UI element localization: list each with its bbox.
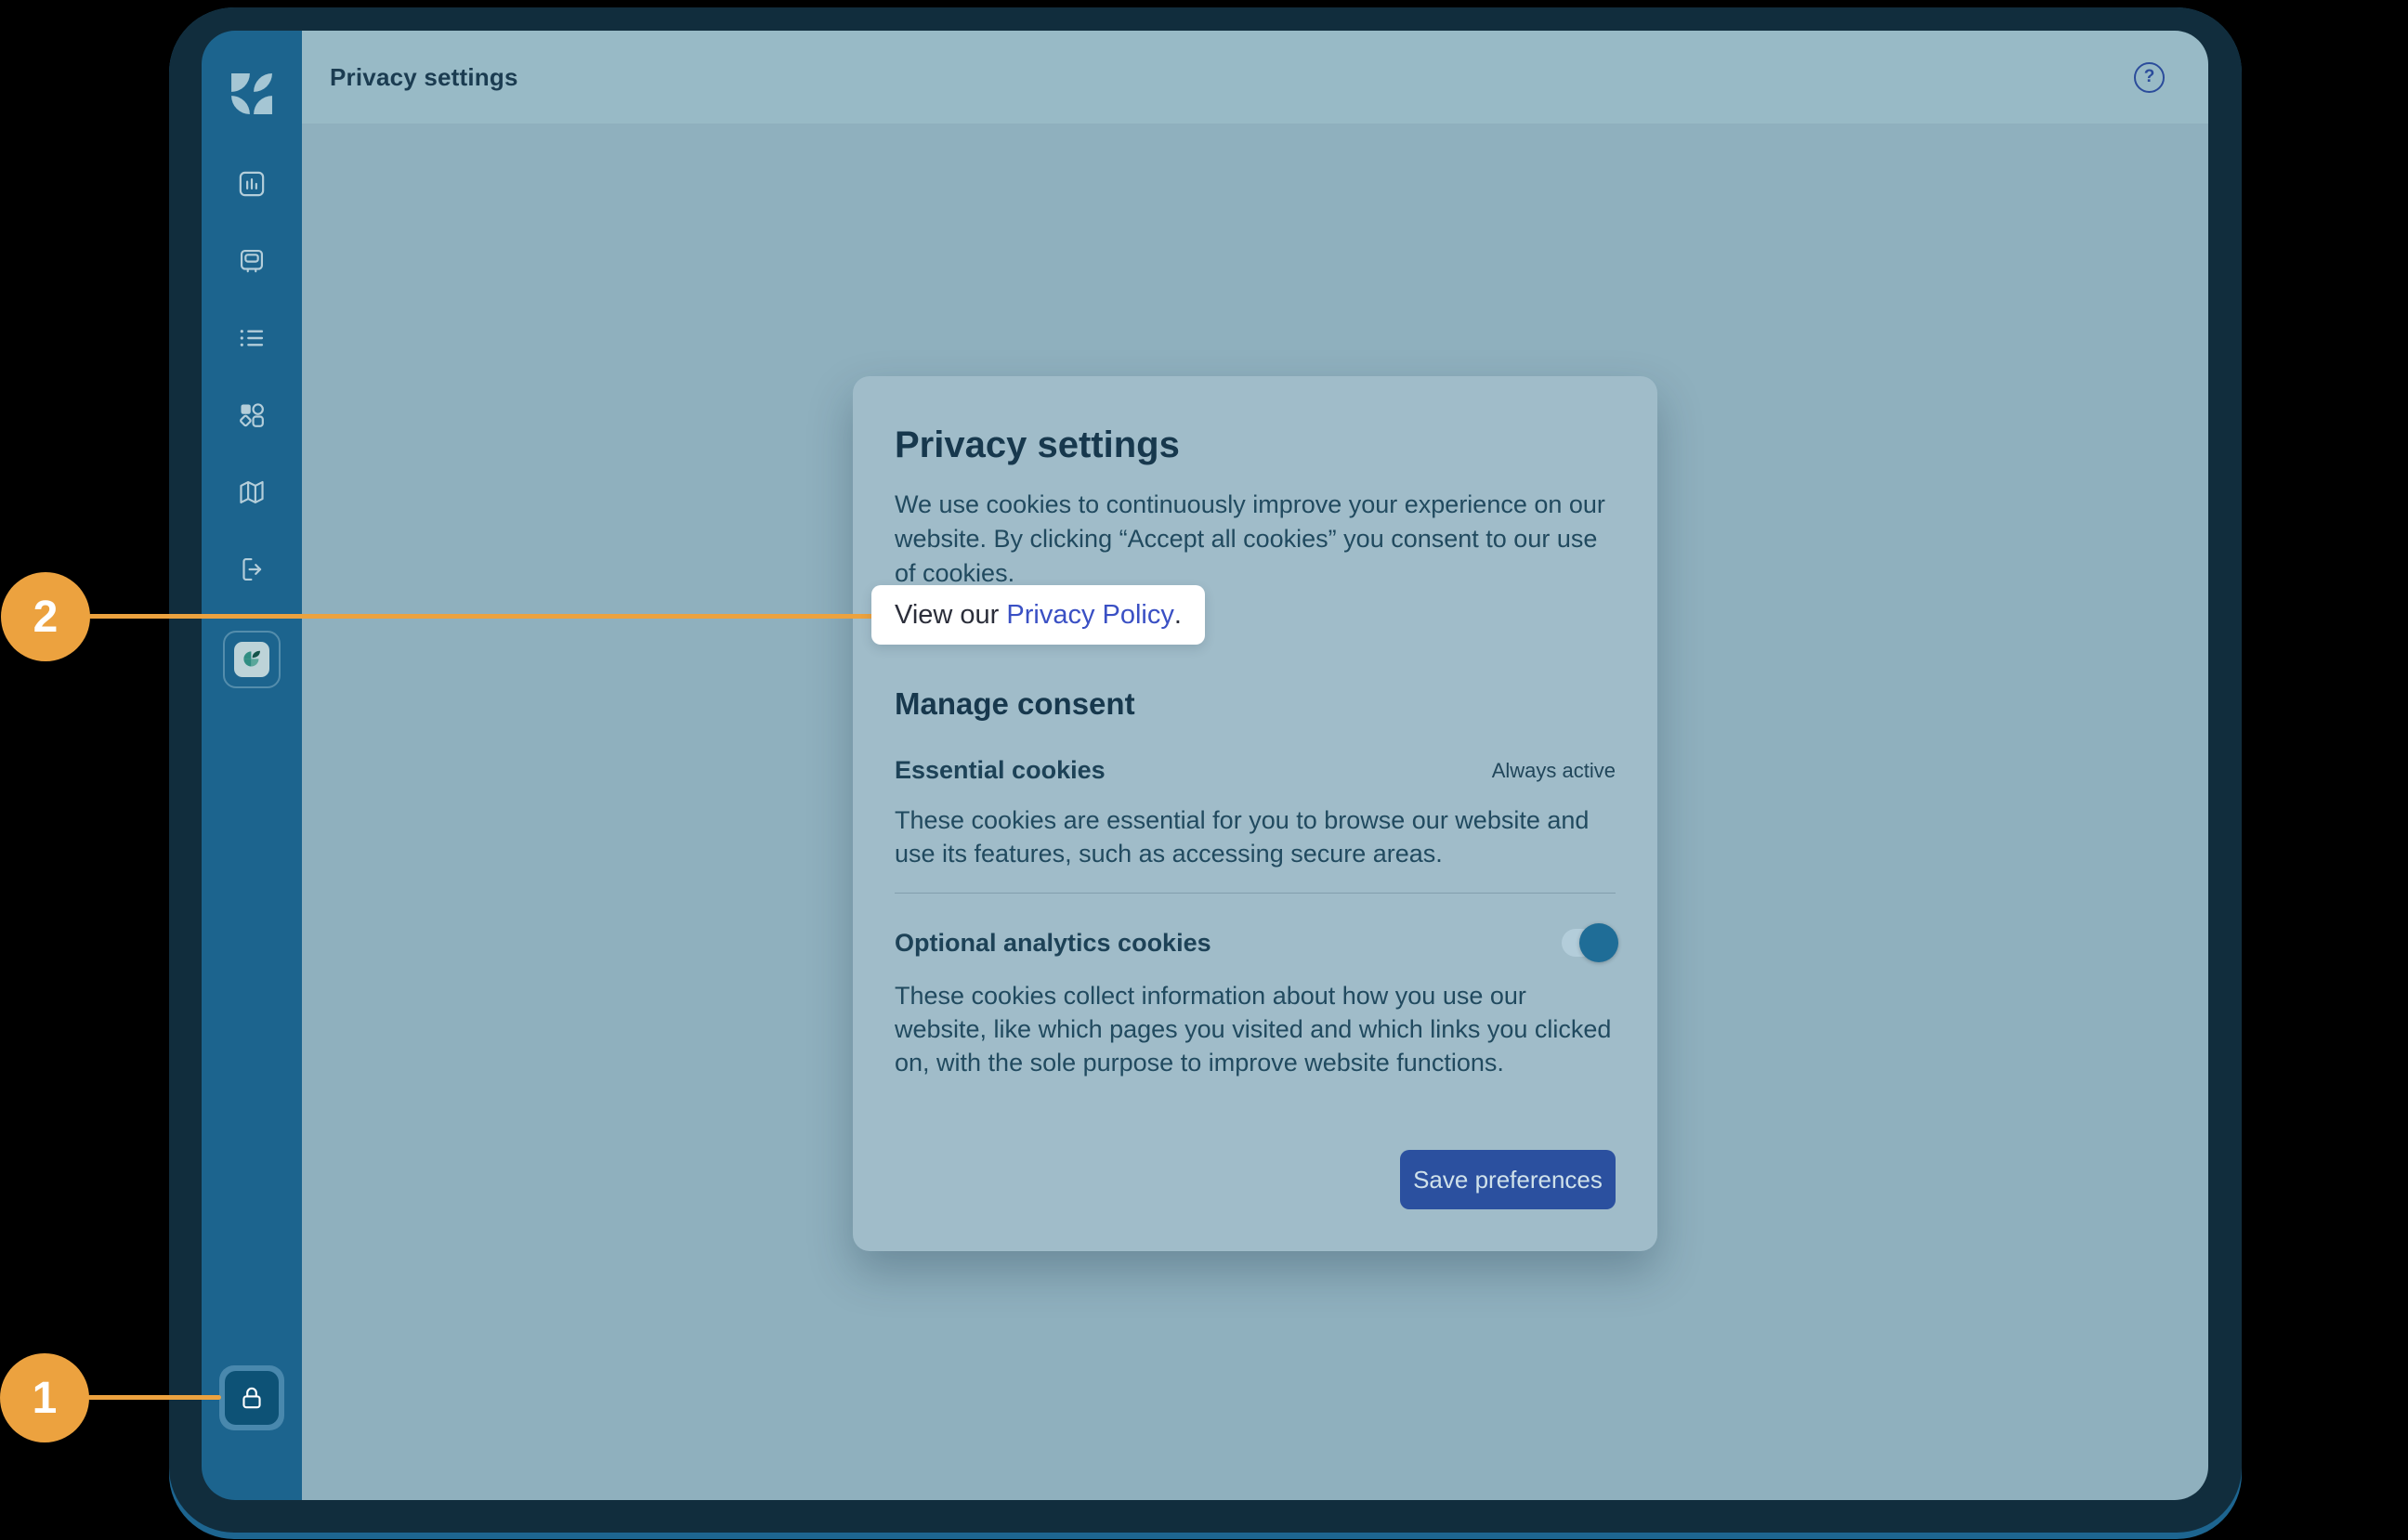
- sidebar-item-logout[interactable]: [236, 554, 268, 585]
- sidebar-item-privacy-lock[interactable]: [219, 1365, 284, 1430]
- top-bar: Privacy settings ?: [302, 31, 2208, 124]
- sidebar-item-map[interactable]: [236, 476, 268, 508]
- sidebar: [202, 31, 302, 1500]
- sidebar-item-list[interactable]: [236, 322, 268, 354]
- essential-cookies-description: These cookies are essential for you to b…: [895, 803, 1616, 870]
- lock-icon: [237, 1383, 267, 1413]
- privacy-settings-modal: Privacy settings We use cookies to conti…: [853, 376, 1657, 1251]
- policy-text-suffix: .: [1174, 600, 1182, 631]
- green-app-icon: [234, 642, 269, 677]
- logout-icon: [236, 554, 268, 585]
- logo-petal: [254, 73, 272, 92]
- lock-button-face: [225, 1371, 279, 1425]
- page-title: Privacy settings: [330, 63, 518, 92]
- privacy-policy-link[interactable]: Privacy Policy: [1006, 600, 1174, 631]
- essential-cookies-row: Essential cookies Always active: [895, 756, 1616, 785]
- app-surface: Privacy settings ? Privacy settings We u…: [202, 31, 2208, 1500]
- sidebar-item-categories[interactable]: [236, 399, 268, 431]
- analytics-cookies-label: Optional analytics cookies: [895, 929, 1211, 958]
- content-area: Privacy settings We use cookies to conti…: [302, 124, 2208, 1500]
- section-divider: [895, 893, 1616, 894]
- main-area: Privacy settings ? Privacy settings We u…: [302, 31, 2208, 1500]
- analytics-cookies-row: Optional analytics cookies: [895, 923, 1616, 962]
- essential-cookies-label: Essential cookies: [895, 756, 1106, 785]
- manage-consent-heading: Manage consent: [895, 685, 1616, 723]
- callout-1-line: [87, 1395, 221, 1400]
- callout-1-badge: 1: [0, 1353, 89, 1442]
- analytics-cookies-description: These cookies collect information about …: [895, 979, 1616, 1079]
- question-mark-icon: ?: [2144, 67, 2155, 87]
- app-logo: [230, 72, 273, 115]
- modal-title: Privacy settings: [895, 423, 1616, 467]
- toggle-knob: [1579, 923, 1618, 962]
- privacy-policy-highlight: View our Privacy Policy.: [871, 585, 1205, 645]
- shapes-icon: [236, 399, 268, 431]
- save-preferences-button[interactable]: Save preferences: [1400, 1150, 1616, 1209]
- logo-petal: [254, 96, 272, 114]
- sidebar-item-statistics[interactable]: [236, 168, 268, 200]
- cookie-intro-text: We use cookies to continuously improve y…: [895, 488, 1616, 591]
- bar-chart-icon: [236, 168, 268, 200]
- policy-text-prefix: View our: [895, 600, 1006, 631]
- help-button[interactable]: ?: [2134, 62, 2165, 93]
- callout-2-badge: 2: [1, 572, 90, 661]
- sidebar-item-app-shortcut[interactable]: [223, 631, 281, 688]
- callout-2-line: [88, 614, 877, 619]
- kiosk-icon: [236, 245, 268, 277]
- sidebar-item-kiosk[interactable]: [236, 245, 268, 277]
- logo-petal: [231, 73, 250, 92]
- analytics-toggle[interactable]: [1562, 929, 1616, 957]
- list-icon: [236, 322, 268, 354]
- always-active-status: Always active: [1492, 759, 1616, 783]
- map-icon: [236, 476, 268, 508]
- logo-petal: [231, 96, 250, 114]
